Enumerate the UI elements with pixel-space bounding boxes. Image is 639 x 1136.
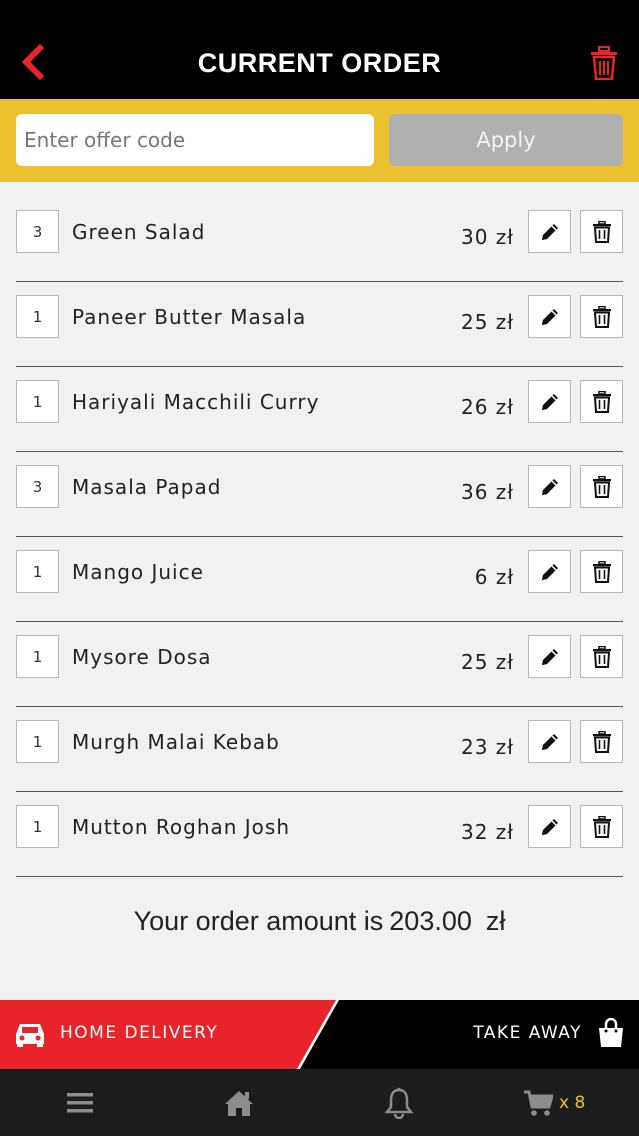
item-name: Masala Papad: [72, 475, 222, 499]
item-name: Mango Juice: [72, 560, 204, 584]
edit-item-button[interactable]: [528, 380, 571, 423]
car-icon: [16, 1024, 44, 1047]
delete-item-button[interactable]: [580, 295, 623, 338]
item-price: 25 zł: [461, 310, 514, 334]
quantity-box[interactable]: 1: [16, 635, 59, 678]
home-delivery-label: HOME DELIVERY: [60, 1023, 219, 1043]
edit-item-button[interactable]: [528, 550, 571, 593]
quantity-box[interactable]: 1: [16, 805, 59, 848]
offer-code-bar: Apply: [0, 99, 639, 182]
trash-icon: [592, 730, 611, 753]
order-amount: 203.00: [389, 906, 472, 936]
delete-item-button[interactable]: [580, 720, 623, 763]
pencil-icon: [541, 393, 558, 410]
trash-icon: [592, 645, 611, 668]
cart-count-badge: x 8: [559, 1093, 586, 1113]
order-summary: Your order amount is 203.00 zł: [0, 906, 639, 937]
quantity-box[interactable]: 3: [16, 210, 59, 253]
item-name: Murgh Malai Kebab: [72, 730, 280, 754]
summary-prefix: Your order amount is: [133, 906, 384, 936]
pencil-icon: [541, 818, 558, 835]
edit-item-button[interactable]: [528, 720, 571, 763]
edit-item-button[interactable]: [528, 210, 571, 253]
quantity-box[interactable]: 1: [16, 550, 59, 593]
cart-icon: [524, 1090, 553, 1116]
menu-icon: [67, 1093, 93, 1113]
tab-home[interactable]: [223, 1087, 255, 1119]
quantity-box[interactable]: 3: [16, 465, 59, 508]
item-name: Hariyali Macchili Curry: [72, 390, 320, 414]
delete-item-button[interactable]: [580, 635, 623, 678]
row-divider: [16, 876, 623, 877]
offer-code-input[interactable]: [16, 114, 374, 166]
item-price: 36 zł: [461, 480, 514, 504]
trash-icon: [592, 475, 611, 498]
order-item-row: 1 Mango Juice 6 zł: [0, 522, 639, 622]
bottom-tab-bar: x 8: [0, 1069, 639, 1136]
item-price: 26 zł: [461, 395, 514, 419]
pencil-icon: [541, 563, 558, 580]
tab-cart[interactable]: x 8: [523, 1087, 585, 1119]
trash-icon: [592, 390, 611, 413]
pencil-icon: [541, 733, 558, 750]
order-item-row: 1 Hariyali Macchili Curry 26 zł: [0, 352, 639, 452]
item-price: 25 zł: [461, 650, 514, 674]
item-name: Mysore Dosa: [72, 645, 212, 669]
home-icon: [225, 1091, 253, 1116]
tab-notifications[interactable]: [384, 1087, 414, 1119]
edit-item-button[interactable]: [528, 635, 571, 678]
page-title: CURRENT ORDER: [197, 48, 442, 78]
item-price: 30 zł: [461, 225, 514, 249]
item-price: 23 zł: [461, 735, 514, 759]
edit-item-button[interactable]: [528, 465, 571, 508]
trash-icon: [592, 220, 611, 243]
item-name: Green Salad: [72, 220, 206, 244]
trash-icon: [592, 305, 611, 328]
order-item-row: 1 Mysore Dosa 25 zł: [0, 607, 639, 707]
item-price: 6 zł: [474, 565, 514, 589]
take-away-label: TAKE AWAY: [473, 1023, 582, 1043]
quantity-box[interactable]: 1: [16, 720, 59, 763]
app-header: CURRENT ORDER: [0, 0, 639, 99]
shopping-bag-icon: [599, 1018, 623, 1047]
delete-item-button[interactable]: [580, 550, 623, 593]
edit-item-button[interactable]: [528, 805, 571, 848]
pencil-icon: [541, 223, 558, 240]
pencil-icon: [541, 648, 558, 665]
tab-menu[interactable]: [66, 1087, 94, 1119]
trash-icon: [592, 560, 611, 583]
trash-icon[interactable]: [589, 46, 619, 80]
quantity-box[interactable]: 1: [16, 295, 59, 338]
order-list: 3 Green Salad 30 zł 1 Paneer Butter Masala 25…: [0, 182, 639, 877]
pencil-icon: [541, 308, 558, 325]
bell-icon: [384, 1087, 414, 1119]
delete-item-button[interactable]: [580, 380, 623, 423]
item-name: Paneer Butter Masala: [72, 305, 307, 329]
item-price: 32 zł: [461, 820, 514, 844]
order-item-row: 1 Mutton Roghan Josh 32 zł: [0, 777, 639, 877]
quantity-box[interactable]: 1: [16, 380, 59, 423]
apply-button[interactable]: Apply: [389, 114, 623, 166]
order-currency: zł: [485, 906, 506, 936]
pencil-icon: [541, 478, 558, 495]
delete-item-button[interactable]: [580, 805, 623, 848]
take-away-button[interactable]: TAKE AWAY: [340, 1000, 639, 1069]
order-item-row: 1 Paneer Butter Masala 25 zł: [0, 267, 639, 367]
delete-item-button[interactable]: [580, 465, 623, 508]
trash-icon: [592, 815, 611, 838]
item-name: Mutton Roghan Josh: [72, 815, 291, 839]
delete-item-button[interactable]: [580, 210, 623, 253]
delivery-mode-bar: HOME DELIVERY TAKE AWAY: [0, 1000, 639, 1069]
order-item-row: 3 Green Salad 30 zł: [0, 182, 639, 282]
edit-item-button[interactable]: [528, 295, 571, 338]
order-item-row: 1 Murgh Malai Kebab 23 zł: [0, 692, 639, 792]
home-delivery-button[interactable]: HOME DELIVERY: [0, 1000, 338, 1069]
order-item-row: 3 Masala Papad 36 zł: [0, 437, 639, 537]
